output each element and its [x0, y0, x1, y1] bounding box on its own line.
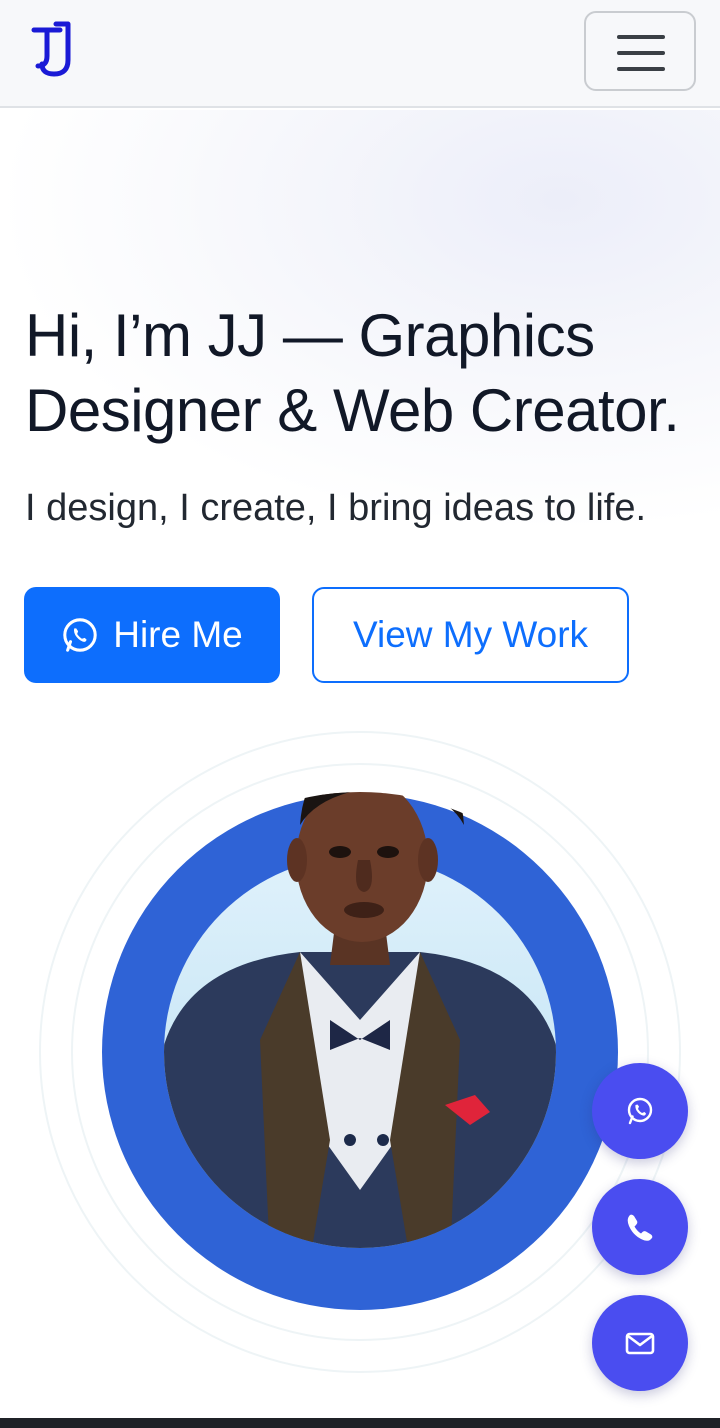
view-my-work-label: View My Work: [352, 614, 589, 655]
hamburger-bar: [617, 67, 665, 71]
whatsapp-fab-button[interactable]: [592, 1063, 688, 1159]
phone-icon: [627, 1214, 653, 1241]
hamburger-bar: [617, 51, 665, 55]
whatsapp-icon: [627, 1097, 653, 1125]
hero-headline: Hi, I’m JJ — Graphics Designer & Web Cre…: [25, 302, 680, 444]
portrait-section: [0, 720, 720, 1400]
envelope-icon: [625, 1332, 655, 1355]
view-my-work-button[interactable]: View My Work: [312, 587, 629, 683]
navbar-toggler-button[interactable]: [584, 11, 696, 91]
whatsapp-icon: [63, 618, 97, 652]
hire-me-label: Hire Me: [113, 614, 243, 655]
brand-logo[interactable]: [30, 20, 74, 80]
phone-fab-button[interactable]: [592, 1179, 688, 1275]
hire-me-button[interactable]: Hire Me: [24, 587, 280, 683]
navbar: [0, 0, 720, 108]
hero-subtext: I design, I create, I bring ideas to lif…: [25, 487, 647, 529]
bottom-edge-bar: [0, 1418, 720, 1428]
jj-monogram-logo-icon: [31, 21, 71, 77]
email-fab-button[interactable]: [592, 1295, 688, 1391]
profile-photo: [39, 731, 681, 1373]
hamburger-menu-icon: [617, 35, 665, 39]
